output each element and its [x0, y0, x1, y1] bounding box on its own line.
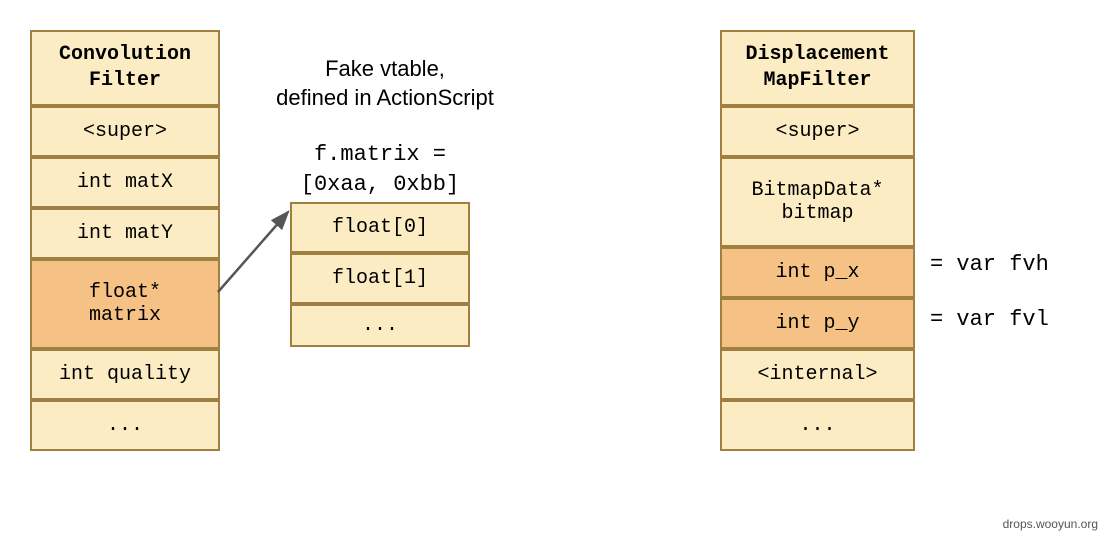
watermark: drops.wooyun.org	[1003, 517, 1098, 531]
title-line-1: Convolution	[59, 43, 191, 66]
struct-field-quality: int quality	[30, 349, 220, 400]
struct-field-more: ...	[30, 400, 220, 451]
array-cell-1: float[1]	[290, 253, 470, 304]
displacement-mapfilter-struct: Displacement MapFilter <super> BitmapDat…	[720, 30, 915, 451]
struct-title: Convolution Filter	[30, 30, 220, 106]
caption-line-2: defined in ActionScript	[276, 85, 494, 110]
code-assignment: f.matrix = [0xaa, 0xbb]	[280, 140, 480, 199]
array-cell-more: ...	[290, 304, 470, 347]
struct-field-px: int p_x	[720, 247, 915, 298]
code-line-2: [0xaa, 0xbb]	[301, 172, 459, 197]
struct-field-matx: int matX	[30, 157, 220, 208]
struct-field-bitmap: BitmapData* bitmap	[720, 157, 915, 247]
fake-vtable-caption: Fake vtable, defined in ActionScript	[240, 55, 530, 112]
struct-field-super: <super>	[30, 106, 220, 157]
title-line-1: Displacement	[745, 43, 889, 66]
struct-field-maty: int matY	[30, 208, 220, 259]
px-equals-fvh: = var fvh	[930, 252, 1049, 277]
struct-field-internal: <internal>	[720, 349, 915, 400]
title-line-2: Filter	[89, 69, 161, 92]
py-equals-fvl: = var fvl	[930, 307, 1049, 332]
struct-title: Displacement MapFilter	[720, 30, 915, 106]
struct-field-super: <super>	[720, 106, 915, 157]
code-line-1: f.matrix =	[314, 142, 446, 167]
title-line-2: MapFilter	[763, 69, 871, 92]
caption-line-1: Fake vtable,	[325, 56, 445, 81]
float-array: float[0] float[1] ...	[290, 202, 470, 347]
struct-field-more: ...	[720, 400, 915, 451]
convolution-filter-struct: Convolution Filter <super> int matX int …	[30, 30, 220, 451]
struct-field-py: int p_y	[720, 298, 915, 349]
array-cell-0: float[0]	[290, 202, 470, 253]
struct-field-matrix: float* matrix	[30, 259, 220, 349]
